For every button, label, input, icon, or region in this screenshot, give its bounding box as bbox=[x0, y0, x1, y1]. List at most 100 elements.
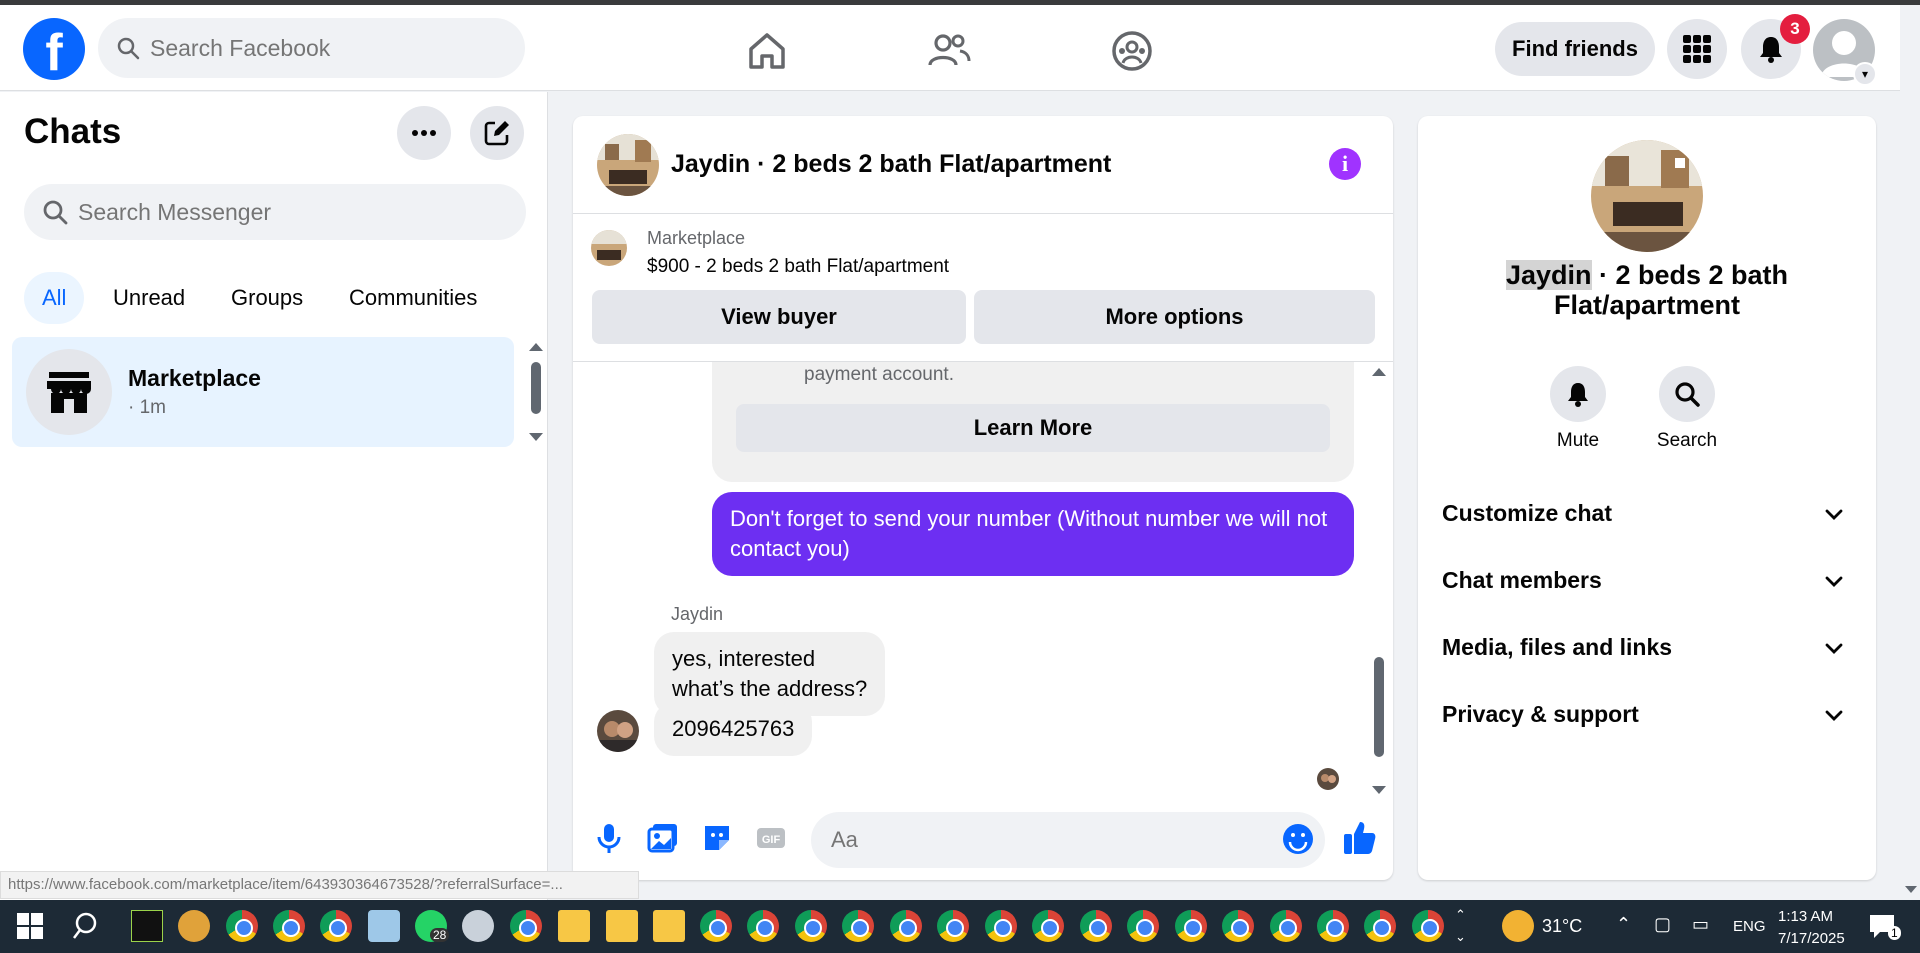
bell-icon bbox=[1760, 37, 1782, 63]
chrome-icon[interactable] bbox=[1412, 910, 1444, 942]
view-buyer-button[interactable]: View buyer bbox=[592, 290, 966, 344]
link-status-bar: https://www.facebook.com/marketplace/ite… bbox=[0, 871, 639, 899]
chats-sidebar: Chats All Unread Groups Communities Mark… bbox=[0, 92, 548, 900]
chrome-icon[interactable] bbox=[510, 910, 542, 942]
groups-icon[interactable] bbox=[1110, 29, 1154, 73]
facebook-logo[interactable]: f bbox=[23, 18, 85, 80]
notepad-icon[interactable] bbox=[368, 910, 400, 942]
scroll-down-arrow[interactable] bbox=[1372, 786, 1386, 794]
clock-date[interactable]: 7/17/2025 bbox=[1778, 930, 1845, 947]
chats-heading: Chats bbox=[24, 112, 122, 151]
menu-button[interactable] bbox=[1667, 19, 1727, 79]
filter-unread[interactable]: Unread bbox=[95, 272, 203, 324]
info-icon[interactable]: i bbox=[1329, 148, 1361, 180]
filter-groups[interactable]: Groups bbox=[213, 272, 321, 324]
filter-all[interactable]: All bbox=[24, 272, 85, 324]
chrome-icon[interactable] bbox=[226, 910, 258, 942]
page-scroll-down-arrow[interactable] bbox=[1905, 886, 1917, 893]
grid-menu-icon bbox=[1683, 35, 1711, 63]
app-icon[interactable] bbox=[131, 910, 163, 942]
clock-time[interactable]: 1:13 AM bbox=[1778, 908, 1833, 925]
learn-more-button[interactable]: Learn More bbox=[736, 404, 1330, 452]
chrome-icon[interactable] bbox=[890, 910, 922, 942]
facebook-search-box[interactable] bbox=[98, 18, 525, 78]
thumbs-up-icon[interactable] bbox=[1342, 820, 1376, 856]
facebook-search-input[interactable] bbox=[150, 18, 510, 78]
folder-icon[interactable] bbox=[558, 910, 590, 942]
outgoing-message[interactable]: Don't forget to send your number (Withou… bbox=[712, 492, 1354, 576]
sticker-icon[interactable] bbox=[701, 822, 733, 854]
chat-list-scrollbar[interactable] bbox=[526, 337, 546, 447]
chrome-icon[interactable] bbox=[1364, 910, 1396, 942]
privacy-support-row[interactable]: Privacy & support bbox=[1442, 687, 1852, 743]
thread-scrollbar[interactable] bbox=[1369, 362, 1389, 800]
folder-icon[interactable] bbox=[606, 910, 638, 942]
emoji-icon[interactable] bbox=[1281, 822, 1315, 856]
search-icon[interactable] bbox=[72, 910, 104, 942]
scroll-up-arrow[interactable] bbox=[529, 343, 543, 351]
snipping-tool-icon[interactable] bbox=[462, 910, 494, 942]
chrome-icon[interactable] bbox=[1317, 910, 1349, 942]
temperature[interactable]: 31°C bbox=[1542, 916, 1582, 937]
more-options-button[interactable]: More options bbox=[974, 290, 1375, 344]
network-icon[interactable]: ▢ bbox=[1654, 914, 1671, 935]
taskbar-scroll-arrows[interactable]: ⌃ ⌄ bbox=[1455, 904, 1466, 948]
top-header: f Find friends 3 ▾ bbox=[0, 5, 1900, 91]
section-label: Media, files and links bbox=[1442, 634, 1673, 660]
filter-communities[interactable]: Communities bbox=[331, 272, 495, 324]
chrome-icon[interactable] bbox=[1222, 910, 1254, 942]
chrome-icon[interactable] bbox=[747, 910, 779, 942]
notice-message: payment account. Learn More bbox=[712, 362, 1354, 482]
sender-avatar[interactable] bbox=[597, 710, 639, 752]
incoming-message[interactable]: 2096425763 bbox=[654, 702, 813, 756]
gif-icon[interactable]: GIF bbox=[755, 822, 787, 854]
game-app-icon[interactable] bbox=[178, 910, 210, 942]
chrome-icon[interactable] bbox=[795, 910, 827, 942]
chrome-icon[interactable] bbox=[1080, 910, 1112, 942]
message-input[interactable] bbox=[811, 812, 1325, 868]
message-composer: GIF bbox=[573, 800, 1393, 880]
chevron-up-icon[interactable]: ⌃ bbox=[1616, 914, 1631, 935]
chrome-icon[interactable] bbox=[700, 910, 732, 942]
folder-icon[interactable] bbox=[653, 910, 685, 942]
scroll-up-arrow[interactable] bbox=[1372, 368, 1386, 376]
scroll-down-arrow[interactable] bbox=[529, 433, 543, 441]
customize-chat-row[interactable]: Customize chat bbox=[1442, 486, 1852, 542]
scroll-thumb[interactable] bbox=[531, 362, 541, 414]
chrome-icon[interactable] bbox=[842, 910, 874, 942]
notice-text: payment account. bbox=[804, 364, 954, 385]
language-indicator[interactable]: ENG bbox=[1733, 918, 1766, 935]
microphone-icon[interactable] bbox=[594, 822, 624, 854]
search-icon bbox=[1675, 382, 1700, 407]
chrome-icon[interactable] bbox=[1270, 910, 1302, 942]
chrome-icon[interactable] bbox=[937, 910, 969, 942]
chat-options-button[interactable] bbox=[397, 106, 451, 160]
chrome-icon[interactable] bbox=[985, 910, 1017, 942]
listing-photo[interactable] bbox=[1591, 140, 1703, 252]
find-friends-button[interactable]: Find friends bbox=[1495, 22, 1655, 76]
mute-action[interactable]: Mute bbox=[1528, 366, 1628, 452]
image-gallery-icon[interactable] bbox=[647, 822, 679, 854]
chrome-icon[interactable] bbox=[1175, 910, 1207, 942]
new-message-button[interactable] bbox=[470, 106, 524, 160]
scroll-thumb[interactable] bbox=[1374, 657, 1384, 757]
messenger-search-box[interactable] bbox=[24, 184, 526, 240]
more-horizontal-icon bbox=[412, 130, 436, 136]
chevron-down-icon[interactable]: ▾ bbox=[1853, 62, 1877, 86]
friends-icon[interactable] bbox=[927, 29, 971, 73]
chrome-icon[interactable] bbox=[320, 910, 352, 942]
windows-start-icon[interactable] bbox=[14, 910, 46, 942]
battery-icon[interactable]: ▭ bbox=[1692, 914, 1709, 935]
chrome-icon[interactable] bbox=[273, 910, 305, 942]
messenger-search-input[interactable] bbox=[78, 184, 508, 240]
media-files-links-row[interactable]: Media, files and links bbox=[1442, 620, 1852, 676]
chat-members-row[interactable]: Chat members bbox=[1442, 553, 1852, 609]
details-title: Jaydin · 2 beds 2 bath Flat/apartment bbox=[1418, 260, 1876, 320]
search-action[interactable]: Search bbox=[1637, 366, 1737, 452]
chrome-icon[interactable] bbox=[1127, 910, 1159, 942]
listing-price-title[interactable]: $900 - 2 beds 2 bath Flat/apartment bbox=[647, 256, 949, 278]
chat-list-item[interactable]: Marketplace · 1m bbox=[12, 337, 514, 447]
listing-thumbnail[interactable] bbox=[597, 134, 659, 196]
chrome-icon[interactable] bbox=[1032, 910, 1064, 942]
home-icon[interactable] bbox=[745, 29, 789, 73]
